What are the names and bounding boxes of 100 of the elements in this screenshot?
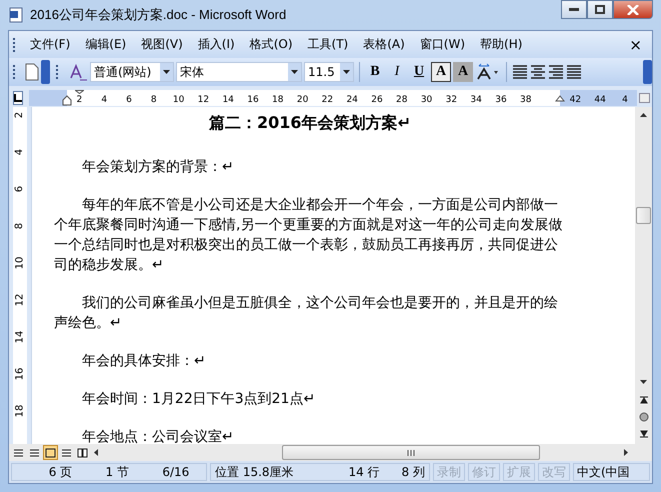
style-dropdown[interactable]: 普通(网站) [90, 62, 174, 82]
dropdown-caret-icon [163, 70, 170, 74]
menu-item[interactable]: 视图(V) [134, 36, 190, 53]
body-paragraph: 每年的年底不管是小公司还是大企业都会开一个年会，一方面是公司内部做一个年底聚餐同时沟通一下感情,另一个更重要的方面就是对这一年的公司走向发展做一个总结同时也是对积极突出的员工做一个表彰，鼓励员工再接再厉，共同促进公司的稳步发展。↵ [54, 196, 564, 275]
menu-item[interactable]: 工具(T) [300, 36, 356, 53]
ruler-number: 22 [320, 95, 334, 106]
ruler-number: 26 [370, 95, 384, 106]
body-paragraph: 年会时间：1月22日下午3点到21点↵ [81, 390, 316, 409]
ruler-number: 8 [13, 222, 26, 230]
ruler-number: 2 [76, 95, 84, 106]
tab-selector-button[interactable] [13, 91, 23, 105]
ruler-number: 30 [420, 95, 434, 106]
cursor-position: 位置 15.8厘米 [215, 464, 294, 480]
body-paragraph: 年会地点：公司会议室↵ [81, 428, 235, 444]
page-count: 6/16 [162, 465, 190, 479]
ruler-number: 10 [172, 95, 186, 106]
ruler-number: 18 [271, 95, 284, 106]
close-icon [627, 4, 639, 14]
character-scale-icon[interactable] [475, 63, 501, 81]
format-button[interactable]: B [365, 62, 385, 82]
ruler-number: 32 [444, 95, 458, 106]
scroll-left-icon[interactable] [94, 449, 98, 456]
scroll-down-icon[interactable] [640, 380, 647, 384]
menu-item[interactable]: 插入(I) [190, 36, 242, 53]
ruler-number: 28 [395, 95, 408, 106]
page-number: 6 页 [48, 464, 72, 480]
align-right-icon[interactable] [548, 64, 564, 80]
minimize-icon [569, 8, 579, 12]
ruler-number: 16 [13, 368, 26, 380]
ruler-number: 4 [13, 148, 26, 156]
ruler-number: 2 [13, 112, 26, 118]
line-number: 14 行 [348, 464, 380, 480]
close-button[interactable] [613, 0, 653, 19]
styles-icon[interactable] [68, 63, 88, 81]
menu-item[interactable]: 编辑(E) [78, 36, 134, 53]
scrollbar-thumb[interactable] [282, 445, 540, 460]
scroll-right-icon[interactable] [624, 449, 628, 456]
vertical-scrollbar[interactable] [635, 107, 652, 444]
align-center-icon[interactable] [530, 64, 546, 80]
next-page-icon[interactable] [638, 430, 648, 440]
justify-icon[interactable] [512, 64, 528, 80]
body-paragraph: 年会策划方案的背景：↵ [81, 158, 235, 177]
scroll-up-icon[interactable] [640, 113, 647, 117]
right-indent-icon[interactable] [555, 95, 565, 102]
ruler-number: 14 [13, 330, 26, 344]
view-button[interactable] [43, 445, 58, 460]
font-dropdown[interactable]: 宋体 [176, 62, 302, 82]
font-size-dropdown[interactable]: 11.5 [304, 62, 354, 82]
document-icon [8, 7, 24, 23]
page-icon [45, 448, 56, 458]
ruler-number: 38 [519, 95, 532, 106]
section-number: 1 节 [106, 464, 129, 480]
format-button[interactable]: I [387, 62, 407, 82]
first-line-indent-icon[interactable] [75, 90, 84, 94]
ruler-number: 36 [494, 95, 508, 106]
ruler-number: 4 [100, 95, 108, 106]
ruler-number: 42 [568, 95, 582, 106]
menu-item[interactable]: 表格(A) [356, 36, 412, 53]
ruler-number: 34 [469, 95, 483, 106]
maximize-button[interactable] [587, 0, 613, 19]
format-button[interactable]: A [453, 62, 473, 82]
menu-item[interactable]: 格式(O) [242, 36, 300, 53]
close-document-button[interactable]: × [629, 36, 642, 54]
lines-icon [61, 448, 72, 458]
scrollbar-thumb[interactable] [636, 207, 651, 224]
ruler-number: 24 [345, 95, 359, 106]
format-button[interactable]: U [409, 62, 429, 82]
dropdown-caret-icon [291, 70, 298, 74]
body-paragraph: 我们的公司麻雀虽小但是五脏俱全，这个公司年会也是要开的，并且是开的绘声绘色。↵ [54, 294, 559, 333]
ruler-number: 20 [296, 95, 310, 106]
ruler-number: 6 [13, 186, 26, 192]
maximize-icon [595, 5, 605, 14]
dropdown-caret-icon [343, 70, 350, 74]
document-heading: 篇二：2016年会策划方案↵ [208, 113, 412, 133]
previous-page-icon[interactable] [638, 394, 648, 404]
lines-icon [13, 448, 24, 458]
ruler-number: 18 [13, 404, 26, 418]
ruler-number: 6 [125, 95, 133, 106]
ruler-number: 12 [13, 294, 26, 306]
distributed-icon[interactable] [566, 64, 582, 80]
new-document-icon[interactable] [25, 63, 39, 81]
body-paragraph: 年会的具体安排：↵ [81, 352, 207, 371]
ruler-number: 12 [196, 95, 210, 106]
minimize-button[interactable] [561, 0, 587, 19]
menu-item[interactable]: 文件(F) [23, 36, 78, 53]
split-box[interactable] [639, 93, 650, 103]
menu-item[interactable]: 窗口(W) [412, 36, 472, 53]
book-icon [77, 448, 88, 458]
ruler-number: 16 [246, 95, 260, 106]
ruler-number: 8 [150, 95, 158, 106]
window-title: 2016公司年会策划方案.doc - Microsoft Word [30, 6, 286, 24]
ruler-number: 4 [621, 95, 629, 106]
format-button[interactable]: A [431, 62, 451, 82]
left-indent-marker-icon[interactable] [62, 95, 72, 106]
menu-item[interactable]: 帮助(H) [473, 36, 530, 53]
ruler-number: 14 [221, 95, 235, 106]
ruler-number: 44 [593, 95, 607, 106]
browse-object-icon[interactable] [638, 412, 648, 422]
column-number: 8 列 [402, 464, 425, 480]
ruler-number: 10 [13, 256, 26, 270]
